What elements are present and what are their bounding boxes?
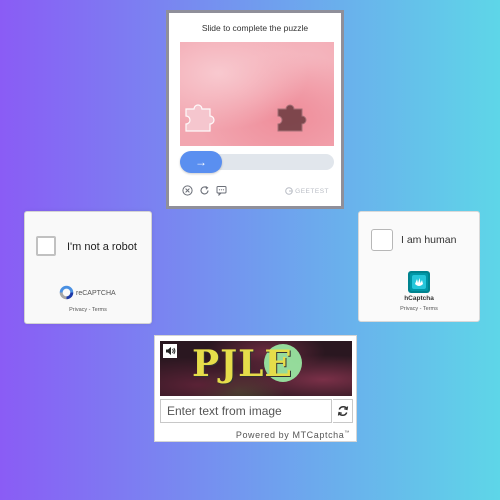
geetest-brand: GEETEST	[285, 187, 329, 195]
close-circle-icon[interactable]	[182, 185, 193, 196]
hcaptcha-checkbox[interactable]	[371, 229, 393, 251]
mtcaptcha-widget: PJLE Powered by MTCaptcha™	[154, 335, 357, 442]
geetest-brand-text: GEETEST	[295, 187, 329, 195]
puzzle-hole	[277, 104, 307, 132]
recaptcha-brand: reCAPTCHA	[76, 290, 116, 297]
slider-track[interactable]: →	[180, 151, 334, 173]
feedback-icon[interactable]	[216, 185, 227, 196]
slider-handle[interactable]: →	[180, 151, 222, 173]
captcha-image: PJLE	[160, 341, 352, 396]
hcaptcha-brand: hCaptcha	[404, 295, 434, 302]
geetest-logo-icon	[285, 187, 293, 195]
recaptcha-checkbox[interactable]	[36, 236, 56, 256]
captcha-refresh-icon[interactable]	[333, 399, 353, 423]
recaptcha-widget: I'm not a robot reCAPTCHA Privacy - Term…	[24, 211, 152, 324]
geetest-title: Slide to complete the puzzle	[201, 23, 309, 33]
hcaptcha-privacy-terms[interactable]: Privacy - Terms	[359, 306, 479, 312]
hcaptcha-label: I am human	[401, 234, 457, 246]
puzzle-image	[180, 42, 334, 146]
refresh-icon[interactable]	[199, 185, 210, 196]
mtcaptcha-footer: Powered by MTCaptcha™	[236, 430, 350, 440]
mtcaptcha-footer-text: Powered by MTCaptcha	[235, 430, 345, 440]
puzzle-piece[interactable]	[184, 103, 216, 133]
recaptcha-label: I'm not a robot	[67, 241, 137, 253]
recaptcha-logo-icon	[59, 285, 74, 300]
captcha-distorted-text: PJLE	[192, 343, 293, 385]
hcaptcha-widget: I am human hCaptcha Privacy - Terms	[358, 211, 480, 322]
audio-speaker-icon[interactable]	[163, 344, 177, 358]
trademark-mark: ™	[344, 430, 350, 436]
hcaptcha-logo-icon	[408, 271, 430, 293]
recaptcha-privacy-terms[interactable]: Privacy - Terms	[25, 307, 151, 313]
captcha-text-input[interactable]	[160, 399, 332, 423]
geetest-widget: Slide to complete the puzzle → GEETEST	[166, 10, 344, 209]
geetest-toolbar	[182, 185, 227, 196]
